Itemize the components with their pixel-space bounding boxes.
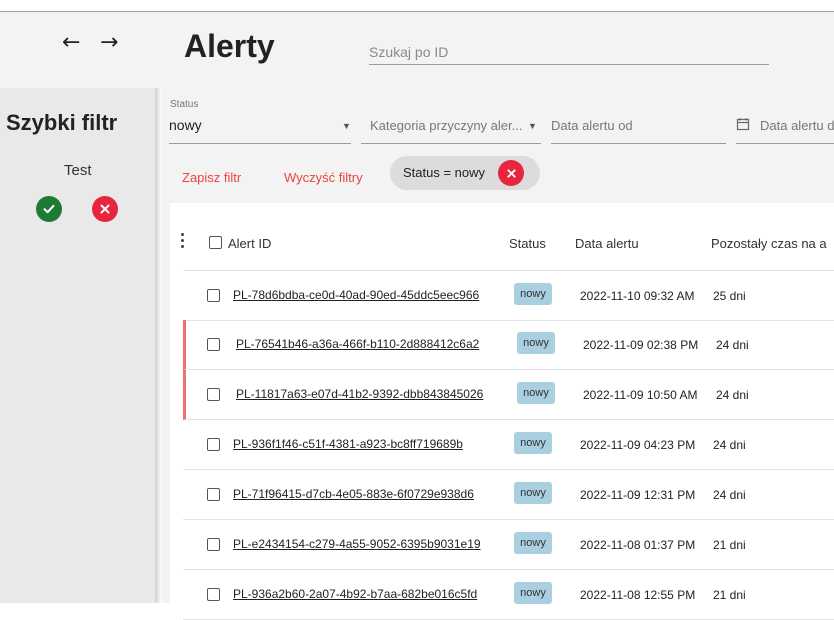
- remove-chip-button[interactable]: [498, 160, 524, 186]
- status-filter-underline: [169, 143, 351, 144]
- remaining-time: 21 dni: [713, 588, 746, 602]
- table-row[interactable]: PL-76541b46-a36a-466f-b110-2d888412c6a2 n…: [183, 320, 834, 370]
- status-badge: nowy: [517, 332, 555, 354]
- row-checkbox[interactable]: [207, 438, 220, 451]
- alert-id-link[interactable]: PL-e2434154-c279-4a55-9052-6395b9031e19: [233, 537, 481, 551]
- remaining-time: 25 dni: [713, 289, 746, 303]
- column-menu-icon[interactable]: [179, 233, 185, 253]
- remaining-time: 24 dni: [713, 438, 746, 452]
- table-row[interactable]: PL-71f96415-d7cb-4e05-883e-6f0729e938d6 n…: [183, 470, 834, 520]
- column-header-date[interactable]: Data alertu: [575, 236, 639, 251]
- check-icon: [43, 204, 55, 214]
- sidebar-title: Szybki filtr: [6, 110, 118, 135]
- table-row[interactable]: PL-11817a63-e07d-41b2-9392-dbb843845026 n…: [183, 370, 834, 420]
- status-filter-value[interactable]: nowy: [169, 117, 202, 133]
- column-header-status[interactable]: Status: [509, 236, 546, 251]
- column-header-remaining-time[interactable]: Pozostały czas na a: [711, 236, 827, 251]
- clear-filters-button[interactable]: Wyczyść filtry: [284, 170, 363, 185]
- remaining-time: 24 dni: [713, 488, 746, 502]
- alert-id-link[interactable]: PL-78d6bdba-ce0d-40ad-90ed-45ddc5eec966: [233, 288, 479, 302]
- remaining-time: 24 dni: [716, 388, 749, 402]
- status-badge: nowy: [514, 432, 552, 454]
- alert-date: 2022-11-09 10:50 AM: [583, 388, 698, 402]
- category-filter-underline: [361, 143, 541, 144]
- table-row[interactable]: PL-e2434154-c279-4a55-9052-6395b9031e19 n…: [183, 520, 834, 570]
- row-checkbox[interactable]: [207, 588, 220, 601]
- row-checkbox[interactable]: [207, 538, 220, 551]
- remaining-time: 24 dni: [716, 338, 749, 352]
- remaining-time: 21 dni: [713, 538, 746, 552]
- close-icon: [100, 204, 110, 214]
- alert-date: 2022-11-10 09:32 AM: [580, 289, 695, 303]
- column-header-alert-id[interactable]: Alert ID: [228, 236, 271, 251]
- status-dropdown-icon[interactable]: ▼: [342, 121, 351, 131]
- alert-date: 2022-11-09 02:38 PM: [583, 338, 699, 352]
- apply-quick-filter-button[interactable]: [36, 196, 62, 222]
- forward-arrow-icon[interactable]: →: [100, 30, 118, 55]
- alert-id-link[interactable]: PL-11817a63-e07d-41b2-9392-dbb843845026: [236, 387, 483, 401]
- page-title: Alerty: [184, 28, 275, 64]
- status-badge: nowy: [514, 283, 552, 305]
- status-badge: nowy: [514, 532, 552, 554]
- row-checkbox[interactable]: [207, 338, 220, 351]
- alert-date: 2022-11-09 04:23 PM: [580, 438, 696, 452]
- status-badge: nowy: [517, 382, 555, 404]
- category-filter[interactable]: Kategoria przyczyny aler...: [370, 118, 522, 133]
- row-checkbox[interactable]: [207, 388, 220, 401]
- status-filter-label: Status: [170, 99, 199, 110]
- alert-id-link[interactable]: PL-71f96415-d7cb-4e05-883e-6f0729e938d6: [233, 487, 474, 501]
- date-to-input[interactable]: Data alertu d: [760, 118, 834, 133]
- alert-date: 2022-11-08 12:55 PM: [580, 588, 696, 602]
- date-from-underline: [551, 143, 726, 144]
- select-all-checkbox[interactable]: [209, 236, 222, 249]
- row-checkbox[interactable]: [207, 488, 220, 501]
- category-dropdown-icon[interactable]: ▼: [528, 121, 537, 131]
- sidebar-shadow: [155, 88, 162, 603]
- alert-date: 2022-11-09 12:31 PM: [580, 488, 696, 502]
- quick-filter-item[interactable]: Test: [64, 162, 92, 179]
- table-row[interactable]: PL-78d6bdba-ce0d-40ad-90ed-45ddc5eec966 n…: [183, 270, 834, 321]
- active-filter-chip-label: Status = nowy: [403, 165, 486, 180]
- search-input[interactable]: [369, 40, 769, 65]
- calendar-icon[interactable]: [736, 117, 750, 131]
- back-arrow-icon[interactable]: ←: [62, 30, 80, 55]
- alert-id-link[interactable]: PL-936a2b60-2a07-4b92-b7aa-682be016c5fd: [233, 587, 477, 601]
- alert-date: 2022-11-08 01:37 PM: [580, 538, 696, 552]
- alert-id-link[interactable]: PL-76541b46-a36a-466f-b110-2d888412c6a2: [236, 337, 479, 351]
- status-badge: nowy: [514, 582, 552, 604]
- table-row[interactable]: PL-936a2b60-2a07-4b92-b7aa-682be016c5fd n…: [183, 570, 834, 620]
- row-checkbox[interactable]: [207, 289, 220, 302]
- date-from-input[interactable]: Data alertu od: [551, 118, 633, 133]
- alert-id-link[interactable]: PL-936f1f46-c51f-4381-a923-bc8ff719689b: [233, 437, 463, 451]
- date-to-underline: [736, 143, 834, 144]
- save-filter-button[interactable]: Zapisz filtr: [182, 170, 241, 185]
- delete-quick-filter-button[interactable]: [92, 196, 118, 222]
- table-row[interactable]: PL-936f1f46-c51f-4381-a923-bc8ff719689b n…: [183, 420, 834, 470]
- status-badge: nowy: [514, 482, 552, 504]
- close-icon: [506, 168, 516, 178]
